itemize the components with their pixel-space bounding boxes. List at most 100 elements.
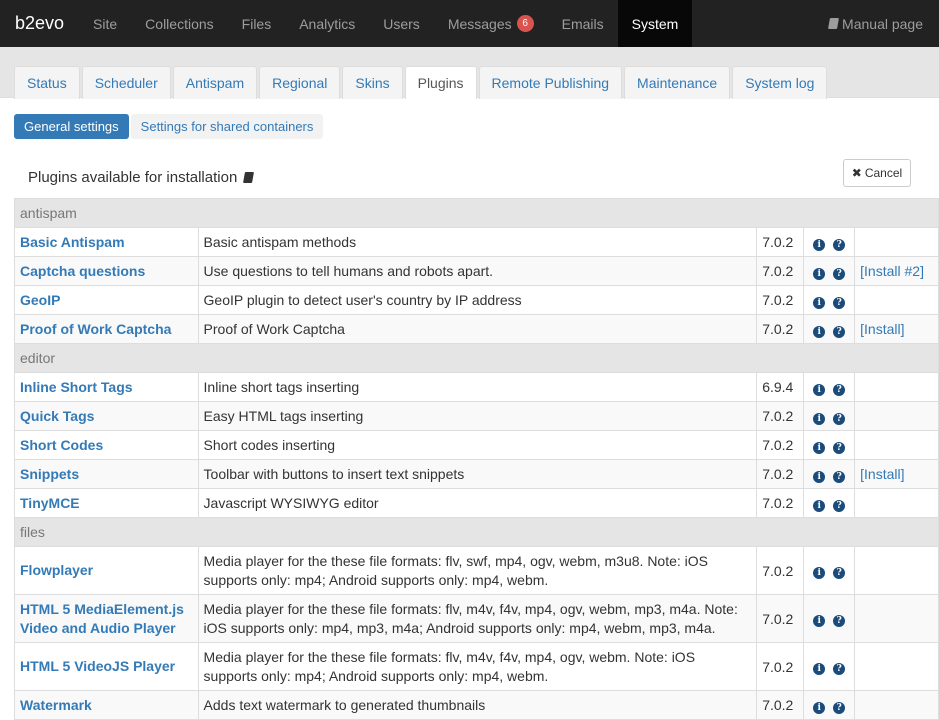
manual-page-link[interactable]: Manual page — [828, 0, 939, 47]
system-tabs: Status Scheduler Antispam Regional Skins Plug… — [14, 66, 829, 99]
tab-maintenance[interactable]: Maintenance — [624, 66, 731, 99]
plugin-name-link[interactable]: Flowplayer — [14, 546, 199, 595]
plugin-name-link[interactable]: Quick Tags — [14, 401, 199, 431]
tab-remote-publishing[interactable]: Remote Publishing — [478, 66, 623, 99]
help-icon[interactable]: ? — [833, 499, 846, 512]
info-icon[interactable]: i — [813, 567, 826, 579]
help-icon[interactable]: ? — [833, 567, 846, 579]
plugin-description: Media player for the these file formats:… — [197, 594, 758, 643]
info-icon[interactable]: i — [813, 701, 826, 714]
plugin-name-link[interactable]: Snippets — [14, 459, 199, 489]
plugin-description: Basic antispam methods — [197, 227, 758, 257]
help-icon[interactable]: ? — [833, 325, 846, 338]
install-link — [854, 285, 939, 315]
plugin-description: Inline short tags inserting — [197, 372, 758, 402]
group-header-row: antispam — [14, 198, 939, 228]
plugin-name-link[interactable]: HTML 5 VideoJS Player — [14, 642, 199, 691]
info-icon[interactable]: i — [813, 296, 826, 309]
nav-item-messages[interactable]: Messages 6 — [434, 0, 548, 47]
subtab-settings-for-shared-containers[interactable]: Settings for shared containers — [130, 114, 324, 139]
tab-antispam[interactable]: Antispam — [172, 66, 258, 99]
info-icon[interactable]: i — [813, 663, 826, 675]
tab-regional[interactable]: Regional — [259, 66, 341, 99]
help-icon[interactable]: ? — [833, 296, 846, 309]
install-link — [854, 372, 939, 402]
plugin-actions-icons: i? — [803, 546, 856, 595]
manual-page-label: Manual page — [842, 15, 923, 32]
help-icon[interactable]: ? — [833, 701, 846, 714]
panel-title: Plugins available for installation — [28, 169, 255, 186]
tab-skins[interactable]: Skins — [342, 66, 403, 99]
plugin-name-link[interactable]: Basic Antispam — [14, 227, 199, 257]
cancel-label: Cancel — [864, 166, 903, 180]
help-icon[interactable]: ? — [833, 238, 846, 251]
plugin-name-link[interactable]: Inline Short Tags — [14, 372, 199, 402]
plugin-name-link[interactable]: HTML 5 MediaElement.js Video and Audio P… — [14, 594, 199, 643]
install-link[interactable]: [Install] — [854, 459, 939, 489]
install-link — [854, 546, 939, 595]
nav-item-label: Collections — [145, 15, 214, 32]
cancel-button[interactable]: ✖ Cancel — [843, 159, 911, 187]
plugin-actions-icons: i? — [803, 285, 856, 315]
tab-system-log[interactable]: System log — [732, 66, 828, 99]
info-icon[interactable]: i — [813, 267, 826, 280]
nav-item-analytics[interactable]: Analytics — [285, 0, 369, 47]
plugin-description: GeoIP plugin to detect user's country by… — [197, 285, 758, 315]
help-icon[interactable]: ? — [833, 412, 846, 425]
panel-title-text: Plugins available for installation — [28, 169, 238, 186]
help-icon[interactable]: ? — [833, 441, 846, 454]
info-icon[interactable]: i — [813, 499, 826, 512]
plugin-version: 6.9.4 — [756, 372, 805, 402]
info-icon[interactable]: i — [813, 412, 826, 425]
help-icon[interactable]: ? — [833, 470, 846, 483]
nav-item-collections[interactable]: Collections — [131, 0, 227, 47]
close-icon: ✖ — [851, 166, 862, 180]
info-icon[interactable]: i — [813, 383, 826, 396]
install-link[interactable]: [Install #2] — [854, 256, 939, 286]
help-icon[interactable]: ? — [833, 663, 846, 675]
plugin-name-link[interactable]: TinyMCE — [14, 488, 199, 518]
nav-item-files[interactable]: Files — [228, 0, 286, 47]
plugin-version: 7.0.2 — [756, 594, 805, 643]
install-link[interactable]: [Install] — [854, 314, 939, 344]
help-icon[interactable]: ? — [833, 267, 846, 280]
help-icon[interactable]: ? — [833, 383, 846, 396]
plugin-description: Toolbar with buttons to insert text snip… — [197, 459, 758, 489]
table-row: Proof of Work Captcha Proof of Work Captc… — [14, 314, 939, 344]
plugin-version: 7.0.2 — [756, 256, 805, 286]
info-icon[interactable]: i — [813, 470, 826, 483]
plugin-version: 7.0.2 — [756, 488, 805, 518]
top-navbar: b2evo Site Collections Files Analytics Users… — [0, 0, 939, 47]
plugin-name-link[interactable]: Captcha questions — [14, 256, 199, 286]
plugins-table: antispam Basic Antispam Basic antispam met… — [14, 198, 939, 720]
nav-item-label: Emails — [561, 15, 604, 32]
plugin-version: 7.0.2 — [756, 642, 805, 691]
plugin-name-link[interactable]: GeoIP — [14, 285, 199, 315]
plugin-actions-icons: i? — [803, 488, 856, 518]
plugin-name-link[interactable]: Watermark — [14, 690, 199, 720]
tab-bar: Status Scheduler Antispam Regional Skins Plug… — [0, 47, 939, 99]
subtab-general-settings[interactable]: General settings — [14, 114, 129, 139]
help-icon[interactable]: ? — [833, 615, 846, 627]
info-icon[interactable]: i — [813, 325, 826, 338]
book-icon — [828, 18, 840, 29]
info-icon[interactable]: i — [813, 238, 826, 251]
nav-item-system[interactable]: System — [617, 0, 693, 47]
book-icon[interactable] — [243, 172, 255, 183]
nav-item-label: Files — [241, 15, 272, 32]
nav-item-users[interactable]: Users — [369, 0, 434, 47]
plugin-name-link[interactable]: Proof of Work Captcha — [14, 314, 199, 344]
tab-plugins[interactable]: Plugins — [404, 66, 477, 99]
plugin-version: 7.0.2 — [756, 401, 805, 431]
install-link — [854, 430, 939, 460]
brand-logo[interactable]: b2evo — [0, 0, 79, 47]
nav-item-site[interactable]: Site — [79, 0, 131, 47]
plugin-description: Media player for the these file formats:… — [197, 546, 758, 595]
info-icon[interactable]: i — [813, 441, 826, 454]
info-icon[interactable]: i — [813, 615, 826, 627]
nav-item-emails[interactable]: Emails — [548, 0, 618, 47]
plugin-actions-icons: i? — [803, 690, 856, 720]
tab-status[interactable]: Status — [14, 66, 80, 99]
plugin-name-link[interactable]: Short Codes — [14, 430, 199, 460]
tab-scheduler[interactable]: Scheduler — [81, 66, 171, 99]
